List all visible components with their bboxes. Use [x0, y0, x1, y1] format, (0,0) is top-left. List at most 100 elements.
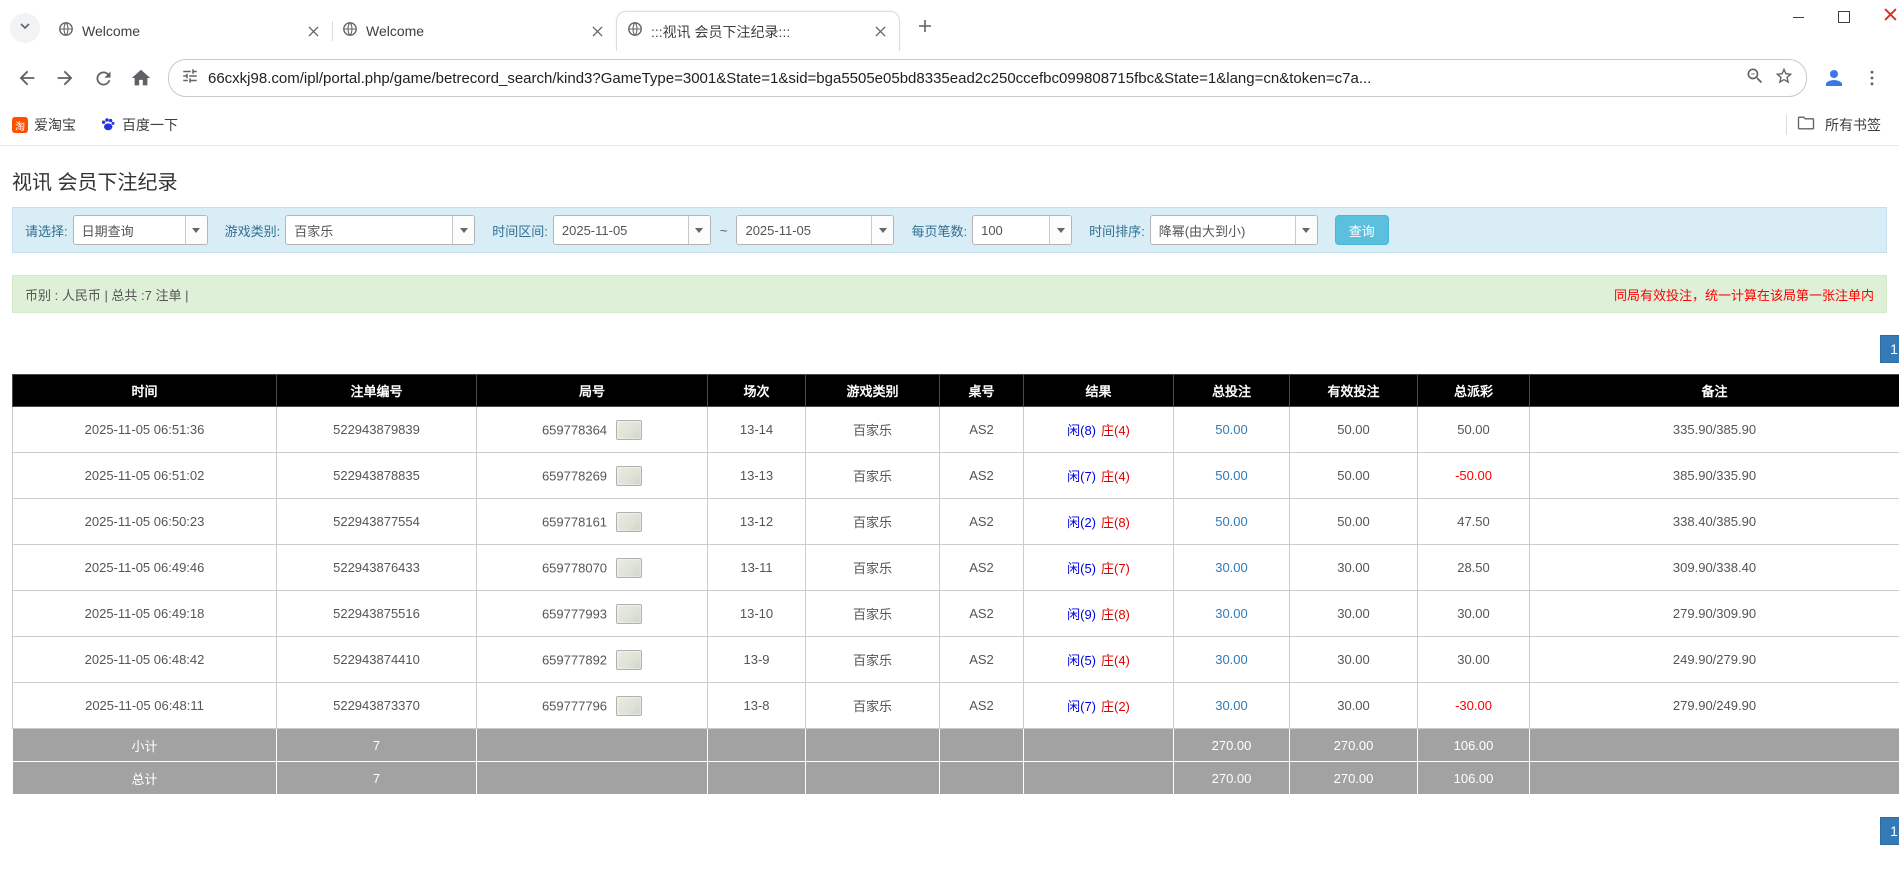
empty-cell — [477, 762, 708, 795]
tab-close-icon[interactable] — [304, 22, 322, 40]
table-no-cell: AS2 — [940, 545, 1024, 591]
round-detail-icon[interactable] — [616, 420, 642, 440]
refresh-button[interactable] — [84, 59, 122, 97]
bookmark-label: 百度一下 — [122, 115, 178, 135]
browser-menu-button[interactable] — [1853, 59, 1891, 97]
profile-avatar[interactable] — [1815, 59, 1853, 97]
bookmark-baidu[interactable]: 百度一下 — [100, 115, 178, 135]
tab-close-icon[interactable] — [871, 23, 889, 41]
subtotal-count: 7 — [277, 729, 477, 762]
currency-summary-text: 币别 : 人民币 | 总共 :7 注单 | — [25, 285, 189, 304]
page-content: 视讯 会员下注纪录 请选择: 日期查询 游戏类别: 百家乐 时间区间: 2025… — [0, 166, 1899, 845]
round-detail-icon[interactable] — [616, 558, 642, 578]
page-size-select[interactable]: 100 — [972, 215, 1072, 245]
round-number: 659778070 — [542, 560, 607, 575]
site-settings-icon[interactable] — [181, 67, 199, 90]
tab-close-icon[interactable] — [588, 22, 606, 40]
tab-title: :::视讯 会员下注纪录::: — [651, 22, 863, 42]
bookmark-label: 爱淘宝 — [34, 115, 76, 135]
round-cell: 659778161 — [477, 499, 708, 545]
result-banker: 庄(2) — [1101, 699, 1130, 714]
table-no-cell: AS2 — [940, 683, 1024, 729]
round-detail-icon[interactable] — [616, 466, 642, 486]
result-cell: 闲(5)庄(4) — [1024, 637, 1174, 683]
round-detail-icon[interactable] — [616, 650, 642, 670]
zoom-icon[interactable] — [1745, 66, 1765, 91]
filter-bar: 请选择: 日期查询 游戏类别: 百家乐 时间区间: 2025-11-05 ~ 2… — [12, 207, 1887, 253]
round-detail-icon[interactable] — [616, 604, 642, 624]
table-row: 2025-11-05 06:50:23522943877554659778161… — [13, 499, 1899, 545]
date-query-select[interactable]: 日期查询 — [73, 215, 208, 245]
result-cell: 闲(7)庄(4) — [1024, 453, 1174, 499]
total-bet-link[interactable]: 30.00 — [1215, 652, 1248, 667]
minimize-button[interactable] — [1775, 0, 1821, 34]
table-row: 2025-11-05 06:49:46522943876433659778070… — [13, 545, 1899, 591]
bet-time-cell: 2025-11-05 06:48:42 — [13, 637, 277, 683]
column-header: 有效投注 — [1290, 375, 1418, 407]
payout-cell: -30.00 — [1418, 683, 1530, 729]
sort-order-select[interactable]: 降幂(由大到小) — [1150, 215, 1318, 245]
browser-tab-welcome-1[interactable]: Welcome — [48, 11, 332, 51]
column-header: 总投注 — [1174, 375, 1290, 407]
date-from-select[interactable]: 2025-11-05 — [553, 215, 711, 245]
session-cell: 13-8 — [708, 683, 806, 729]
tilde-separator: ~ — [720, 223, 728, 238]
query-button[interactable]: 查询 — [1335, 215, 1389, 245]
total-bet-link[interactable]: 30.00 — [1215, 606, 1248, 621]
round-detail-icon[interactable] — [616, 512, 642, 532]
address-bar[interactable]: 66cxkj98.com/ipl/portal.php/game/betreco… — [168, 59, 1807, 97]
subtotal-valid-bet: 270.00 — [1290, 729, 1418, 762]
grand-total-payout: 106.00 — [1418, 762, 1530, 795]
page-button-1[interactable]: 1 — [1880, 817, 1899, 845]
table-no-cell: AS2 — [940, 637, 1024, 683]
table-no-cell: AS2 — [940, 499, 1024, 545]
result-banker: 庄(8) — [1101, 607, 1130, 622]
session-cell: 13-10 — [708, 591, 806, 637]
url-text[interactable]: 66cxkj98.com/ipl/portal.php/game/betreco… — [208, 70, 1736, 87]
column-header: 结果 — [1024, 375, 1174, 407]
bookmark-star-icon[interactable] — [1774, 66, 1794, 91]
round-detail-icon[interactable] — [616, 696, 642, 716]
date-to-select[interactable]: 2025-11-05 — [736, 215, 894, 245]
result-banker: 庄(4) — [1101, 423, 1130, 438]
valid-bet-cell: 50.00 — [1290, 453, 1418, 499]
total-bet-link[interactable]: 50.00 — [1215, 422, 1248, 437]
total-bet-link[interactable]: 30.00 — [1215, 560, 1248, 575]
result-cell: 闲(2)庄(8) — [1024, 499, 1174, 545]
result-player: 闲(5) — [1067, 561, 1096, 576]
payout-cell: -50.00 — [1418, 453, 1530, 499]
forward-button[interactable] — [46, 59, 84, 97]
round-number: 659777892 — [542, 652, 607, 667]
total-bet-link[interactable]: 50.00 — [1215, 468, 1248, 483]
page-button-1[interactable]: 1 — [1880, 335, 1899, 363]
back-button[interactable] — [8, 59, 46, 97]
new-tab-button[interactable] — [910, 13, 940, 43]
close-window-button[interactable] — [1867, 0, 1899, 34]
browser-tab-bet-records[interactable]: :::视讯 会员下注纪录::: — [616, 11, 900, 51]
total-bet-link[interactable]: 30.00 — [1215, 698, 1248, 713]
result-cell: 闲(9)庄(8) — [1024, 591, 1174, 637]
total-bet-link[interactable]: 50.00 — [1215, 514, 1248, 529]
payout-cell: 50.00 — [1418, 407, 1530, 453]
home-button[interactable] — [122, 59, 160, 97]
session-cell: 13-13 — [708, 453, 806, 499]
minimize-icon — [1793, 17, 1804, 18]
grand-total-total-bet: 270.00 — [1174, 762, 1290, 795]
game-type-cell: 百家乐 — [806, 683, 940, 729]
result-player: 闲(7) — [1067, 699, 1096, 714]
chevron-down-icon — [1049, 216, 1071, 244]
bookmark-taobao[interactable]: 淘 爱淘宝 — [12, 115, 76, 135]
game-type-select[interactable]: 百家乐 — [285, 215, 475, 245]
session-cell: 13-14 — [708, 407, 806, 453]
all-bookmarks-label[interactable]: 所有书签 — [1825, 115, 1881, 135]
column-header: 场次 — [708, 375, 806, 407]
empty-cell — [1024, 729, 1174, 762]
result-cell: 闲(5)庄(7) — [1024, 545, 1174, 591]
browser-tab-welcome-2[interactable]: Welcome — [332, 11, 616, 51]
bet-id-cell: 522943873370 — [277, 683, 477, 729]
bet-table-header-row: 时间注单编号局号场次游戏类别桌号结果总投注有效投注总派彩备注 — [13, 375, 1899, 407]
game-type-cell: 百家乐 — [806, 453, 940, 499]
maximize-button[interactable] — [1821, 0, 1867, 34]
tab-search-button[interactable] — [10, 13, 40, 43]
bet-time-cell: 2025-11-05 06:50:23 — [13, 499, 277, 545]
